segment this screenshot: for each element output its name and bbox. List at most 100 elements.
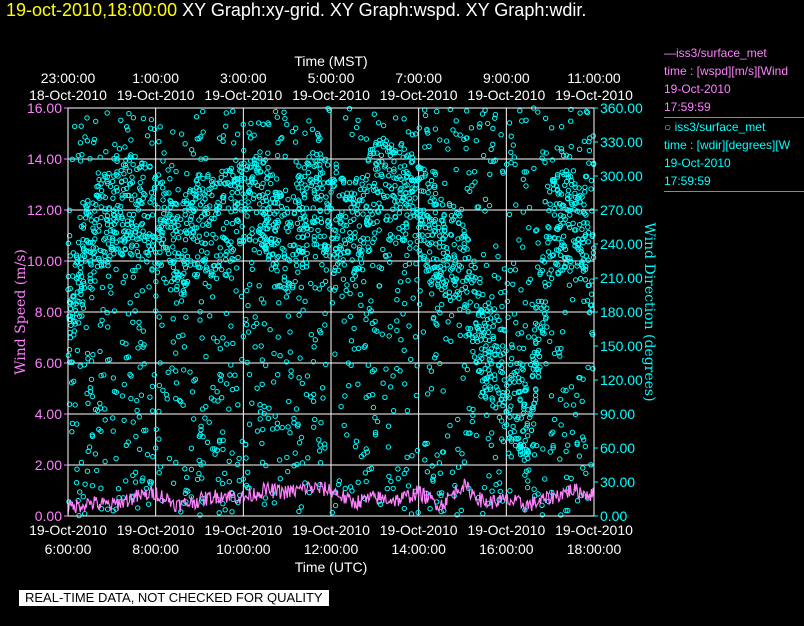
wdir-point xyxy=(353,124,360,131)
wdir-point xyxy=(491,272,497,279)
wdir-point xyxy=(558,512,564,518)
wdir-point xyxy=(152,202,158,208)
wdir-point xyxy=(78,459,85,466)
wdir-point xyxy=(214,339,220,345)
wdir-point xyxy=(279,424,285,431)
wdir-point xyxy=(87,278,94,285)
wdir-point xyxy=(425,232,431,239)
wdir-point xyxy=(496,317,502,324)
wdir-point xyxy=(457,306,463,313)
wdir-point xyxy=(160,197,166,203)
wdir-point xyxy=(91,208,98,214)
wdir-point xyxy=(199,475,205,481)
wdir-point xyxy=(586,160,592,166)
wdir-point xyxy=(551,212,558,218)
wdir-point xyxy=(84,115,90,121)
wdir-point xyxy=(183,314,189,320)
wdir-point xyxy=(293,159,299,165)
wdir-point xyxy=(404,408,411,414)
wdir-point xyxy=(481,484,488,491)
wdir-point xyxy=(249,226,255,232)
wdir-point xyxy=(260,426,266,433)
right-tick-label: 240.00 xyxy=(600,236,643,252)
wdir-point xyxy=(213,235,219,241)
right-tick-label: 120.00 xyxy=(600,372,643,388)
wdir-point xyxy=(527,414,533,421)
right-tick-label: 270.00 xyxy=(600,202,643,218)
wdir-point xyxy=(134,292,140,298)
left-tick-label: 8.00 xyxy=(35,304,62,320)
wdir-point xyxy=(358,302,364,308)
wdir-point xyxy=(252,344,258,350)
wdir-point xyxy=(85,198,91,204)
wdir-point xyxy=(198,248,205,254)
wdir-point xyxy=(468,125,475,131)
wdir-point xyxy=(440,388,446,394)
wdir-point xyxy=(145,501,152,507)
wdir-point xyxy=(144,133,151,139)
wdir-point xyxy=(257,149,263,155)
wdir-point xyxy=(542,476,548,482)
wdir-point xyxy=(292,139,299,145)
legend-wspd: —iss3/surface_met time : [wspd][m/s][Win… xyxy=(664,44,804,118)
wdir-point xyxy=(245,302,251,309)
wdir-point xyxy=(574,392,580,398)
wdir-point xyxy=(226,406,232,412)
wdir-point xyxy=(480,510,486,517)
wdir-point xyxy=(407,240,413,246)
wdir-point xyxy=(442,180,448,187)
wdir-point xyxy=(585,224,591,230)
wdir-point xyxy=(229,189,235,196)
wdir-point xyxy=(135,345,141,351)
wdir-point xyxy=(437,137,443,143)
wdir-point xyxy=(261,321,267,327)
wdir-point xyxy=(161,275,167,282)
wdir-point xyxy=(436,224,442,231)
wdir-point xyxy=(312,285,318,291)
wdir-point xyxy=(149,212,156,218)
left-tick-label: 14.00 xyxy=(27,151,62,167)
wdir-point xyxy=(123,478,129,484)
wdir-point xyxy=(208,240,214,246)
wdir-point xyxy=(383,366,389,372)
wdir-point xyxy=(523,183,529,189)
wdir-point xyxy=(118,203,124,210)
wdir-point xyxy=(569,297,576,303)
wdir-point xyxy=(459,451,465,457)
wdir-point xyxy=(74,466,80,472)
wdir-point xyxy=(182,247,188,254)
wdir-point xyxy=(561,432,568,438)
wdir-point xyxy=(462,284,469,290)
wdir-point xyxy=(92,451,99,457)
wdir-point xyxy=(489,294,495,300)
wdir-point xyxy=(138,392,145,398)
wdir-point xyxy=(149,140,155,146)
wdir-point xyxy=(456,322,462,328)
wdir-point xyxy=(341,422,347,429)
wdir-point xyxy=(448,312,455,319)
wdir-point xyxy=(271,500,277,506)
wdir-point xyxy=(216,510,222,516)
wdir-point xyxy=(127,300,133,306)
wdir-point xyxy=(98,187,105,194)
wdir-point xyxy=(397,279,404,285)
wdir-point xyxy=(133,433,139,440)
wdir-point xyxy=(542,115,549,122)
wdir-point xyxy=(169,162,175,169)
wdir-point xyxy=(312,416,318,423)
wdir-point xyxy=(568,384,575,390)
wdir-point xyxy=(463,145,469,152)
wdir-point xyxy=(425,391,431,397)
wdir-point xyxy=(448,338,454,344)
wdir-point xyxy=(386,473,392,480)
wdir-point xyxy=(482,302,488,309)
wdir-point xyxy=(167,176,173,182)
wdir-point xyxy=(386,333,392,339)
wdir-point xyxy=(301,165,308,171)
wdir-point xyxy=(387,324,393,330)
wdir-point xyxy=(197,317,203,323)
wdir-point xyxy=(105,506,111,512)
wdir-point xyxy=(385,444,392,450)
wdir-point xyxy=(585,239,591,245)
wdir-point xyxy=(85,400,91,406)
